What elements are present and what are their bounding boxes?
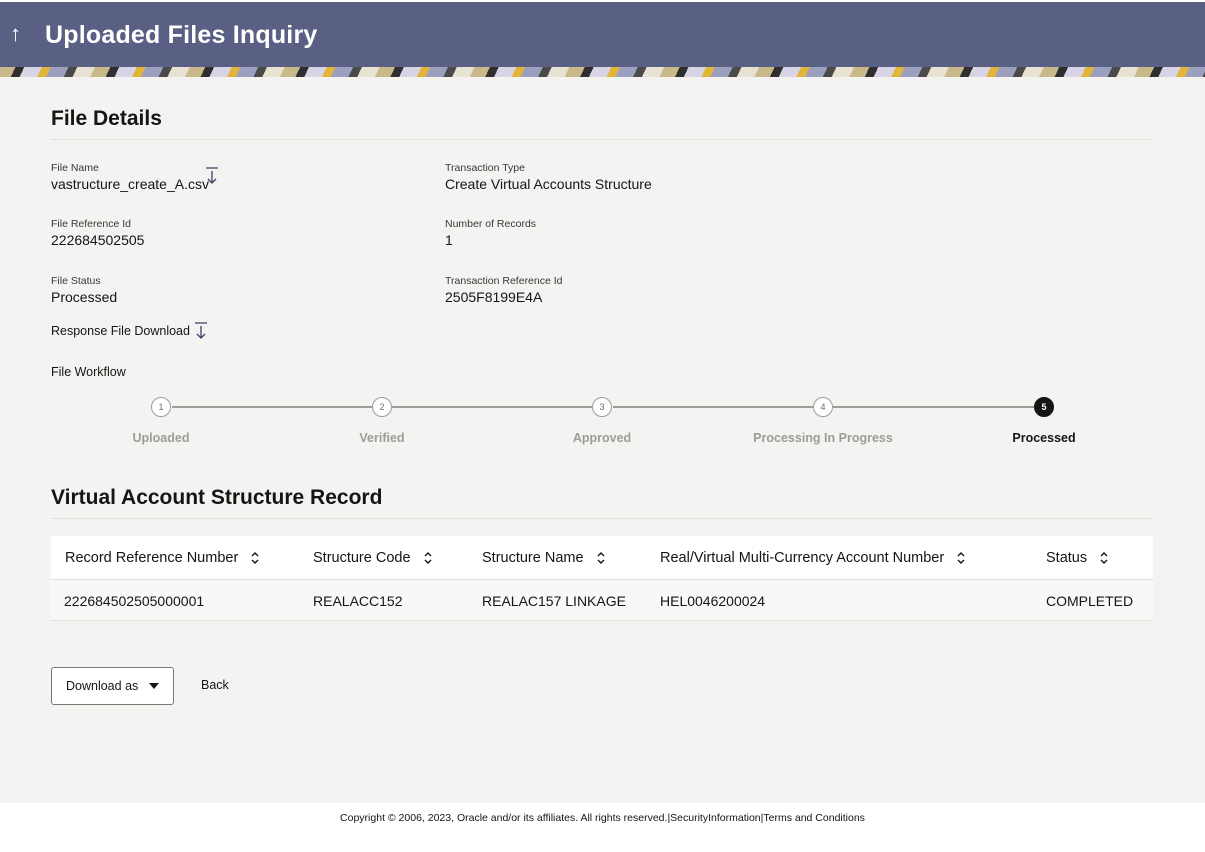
back-button[interactable]: Back (201, 678, 229, 692)
workflow-step-5: 5 (1034, 397, 1054, 417)
column-header-label: Structure Name (482, 550, 584, 566)
divider (51, 139, 1153, 140)
transaction-reference-value: 2505F8199E4A (445, 289, 543, 305)
sort-icon[interactable] (596, 551, 606, 565)
file-status-value: Processed (51, 289, 118, 305)
sort-icon[interactable] (1099, 551, 1109, 565)
caret-down-icon (149, 683, 159, 689)
column-header[interactable]: Structure Name (482, 550, 606, 566)
decorative-banner (0, 67, 1205, 77)
column-header-label: Record Reference Number (65, 550, 239, 566)
workflow-step-label: Approved (572, 431, 632, 445)
sort-icon[interactable] (250, 551, 260, 565)
workflow-step-label: Processed (1012, 431, 1076, 445)
workflow-step-label: Verified (359, 431, 405, 445)
file-reference-label: File Reference Id (51, 218, 131, 230)
workflow-step-3: 3 (592, 397, 612, 417)
workflow-step-label: Uploaded (132, 431, 190, 445)
column-header-label: Structure Code (313, 550, 411, 566)
table-cell: HEL0046200024 (660, 593, 766, 609)
back-arrow-icon[interactable]: ↑ (10, 22, 30, 46)
column-header[interactable]: Record Reference Number (65, 550, 260, 566)
copyright-text: Copyright © 2006, 2023, Oracle and/or it… (340, 812, 668, 824)
number-of-records-label: Number of Records (445, 218, 537, 230)
footer: Copyright © 2006, 2023, Oracle and/or it… (0, 803, 1205, 852)
table-cell: 222684502505000001 (64, 593, 205, 609)
sort-icon[interactable] (956, 551, 966, 565)
table-row: 222684502505000001 REALACC152 REALAC157 … (51, 580, 1153, 621)
workflow-step-2: 2 (372, 397, 392, 417)
page-title: Uploaded Files Inquiry (45, 21, 318, 49)
records-title: Virtual Account Structure Record (51, 486, 383, 509)
table-cell: REALACC152 (313, 593, 403, 609)
response-download-icon[interactable] (193, 322, 209, 340)
number-of-records-value: 1 (445, 232, 453, 248)
divider (51, 518, 1153, 519)
app-header: ↑ Uploaded Files Inquiry (0, 2, 1205, 67)
column-header-label: Status (1046, 550, 1088, 566)
sort-icon[interactable] (423, 551, 433, 565)
table-header: Record Reference Number Structure Code S… (51, 536, 1153, 580)
download-as-button[interactable]: Download as (51, 667, 174, 705)
workflow-connector (172, 406, 372, 408)
file-name-label: File Name (51, 162, 99, 174)
column-header-label: Real/Virtual Multi-Currency Account Numb… (660, 550, 945, 566)
file-name-value: vastructure_create_A.csv (51, 176, 209, 192)
workflow-connector (392, 406, 592, 408)
download-as-label: Download as (66, 679, 139, 693)
file-status-label: File Status (51, 275, 101, 287)
transaction-type-value: Create Virtual Accounts Structure (445, 176, 652, 192)
transaction-type-label: Transaction Type (445, 162, 525, 174)
table-cell: REALAC157 LINKAGE (482, 593, 626, 609)
workflow-connector (833, 406, 1034, 408)
table-cell: COMPLETED (1046, 593, 1134, 609)
main-content: File Details File Name vastructure_creat… (0, 77, 1205, 803)
workflow-step-1: 1 (151, 397, 171, 417)
file-reference-value: 222684502505 (51, 232, 145, 248)
workflow-step-label: Processing In Progress (753, 431, 893, 445)
column-header[interactable]: Status (1046, 550, 1109, 566)
column-header[interactable]: Real/Virtual Multi-Currency Account Numb… (660, 550, 966, 566)
column-header[interactable]: Structure Code (313, 550, 433, 566)
response-file-download-label: Response File Download (51, 324, 190, 338)
security-information-link[interactable]: SecurityInformation (670, 812, 760, 824)
file-details-title: File Details (51, 107, 162, 130)
file-workflow-label: File Workflow (51, 365, 126, 379)
workflow-connector (613, 406, 813, 408)
workflow-step-4: 4 (813, 397, 833, 417)
records-table: Record Reference Number Structure Code S… (51, 536, 1153, 621)
file-download-icon[interactable] (204, 167, 220, 185)
terms-and-conditions-link[interactable]: Terms and Conditions (763, 812, 865, 824)
transaction-reference-label: Transaction Reference Id (445, 275, 563, 287)
